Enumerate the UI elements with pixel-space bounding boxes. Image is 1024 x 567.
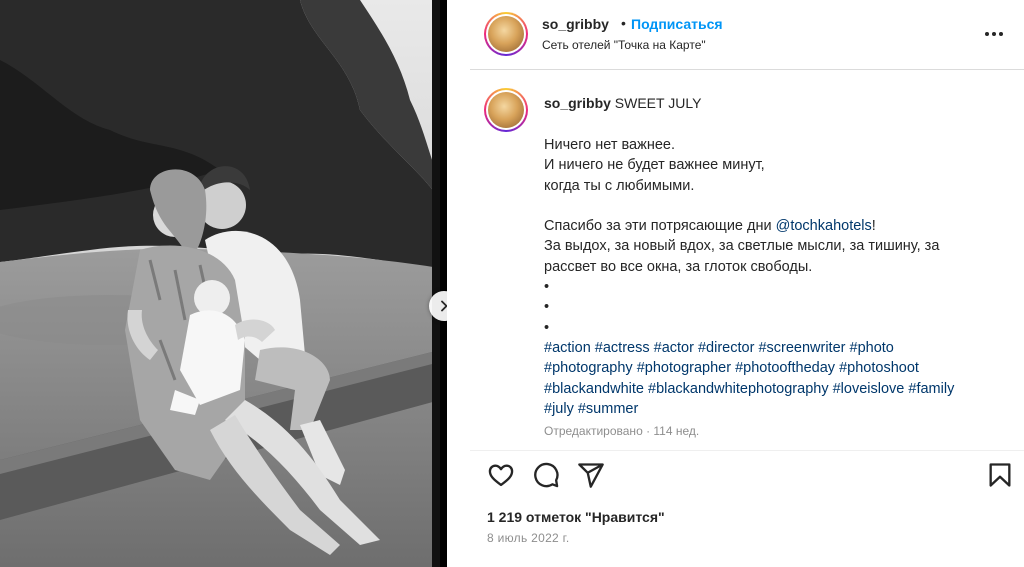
hashtag-link[interactable]: #photooftheday — [735, 360, 835, 376]
family-photo — [0, 0, 440, 567]
caption-line: • — [544, 279, 550, 296]
caption: so_gribby SWEET JULY Ничего нет важнее. И… — [470, 72, 1024, 444]
caption-line: когда ты с любимыми. — [544, 177, 695, 194]
location-link[interactable]: Сеть отелей "Точка на Карте" — [542, 38, 706, 52]
hashtag-link[interactable]: #screenwriter — [758, 340, 845, 356]
hashtag-link[interactable]: #photo — [850, 340, 894, 356]
separator-dot: • — [621, 15, 626, 31]
hashtag-link[interactable]: #photography — [544, 360, 633, 376]
caption-title: SWEET JULY — [614, 95, 702, 111]
share-button[interactable] — [577, 461, 605, 489]
caption-line: Ничего нет важнее. — [544, 137, 675, 153]
caption-line: рассвет во все окна, за глоток свободы. — [544, 258, 813, 275]
post-header: so_gribby • Подписаться Сеть отелей "Точ… — [470, 0, 1024, 70]
caption-avatar[interactable] — [484, 88, 528, 132]
hashtag-link[interactable]: #loveislove — [833, 381, 905, 397]
caption-line: И ничего не будет важнее минут, — [544, 157, 765, 174]
caption-line — [544, 196, 1014, 216]
avatar[interactable] — [484, 12, 528, 56]
caption-line: Спасибо за эти потрясающие дни @tochkaho… — [544, 218, 876, 235]
hashtag-link[interactable]: #summer — [578, 401, 638, 417]
hashtag-link[interactable]: #action — [544, 340, 591, 356]
post-photo[interactable] — [0, 0, 440, 567]
hashtag-link[interactable]: #blackandwhite — [544, 381, 644, 397]
post-media — [0, 0, 447, 567]
hashtag-link[interactable]: #july — [544, 401, 574, 417]
comment-button[interactable] — [532, 461, 560, 489]
action-bar — [470, 450, 1024, 500]
caption-line: • — [544, 319, 550, 336]
caption-line: • — [544, 299, 550, 316]
caption-header: so_gribby SWEET JULY — [544, 95, 701, 111]
heart-icon — [488, 464, 514, 487]
mention-link[interactable]: @tochkahotels — [776, 218, 872, 234]
chevron-right-icon — [441, 300, 447, 312]
caption-username[interactable]: so_gribby — [544, 95, 611, 111]
hashtag-line: #blackandwhite #blackandwhitephotography… — [544, 379, 1014, 399]
hashtag-link[interactable]: #actor — [654, 340, 694, 356]
author-username[interactable]: so_gribby — [542, 16, 609, 32]
like-button[interactable] — [487, 461, 515, 489]
edited-timestamp: Отредактировано · 114 нед. — [544, 424, 700, 438]
hashtag-link[interactable]: #actress — [595, 340, 650, 356]
bookmark-icon — [989, 463, 1011, 487]
hashtag-line: #july #summer — [544, 399, 1014, 419]
hashtag-line: #photography #photographer #photooftheda… — [544, 358, 1014, 378]
hashtag-link[interactable]: #photographer — [637, 360, 731, 376]
hashtag-link[interactable]: #photoshoot — [839, 360, 919, 376]
more-icon — [985, 32, 989, 36]
hashtag-link[interactable]: #blackandwhitephotography — [648, 381, 829, 397]
hashtag-line: #action #actress #actor #director #scree… — [544, 338, 1014, 358]
share-icon — [578, 463, 604, 488]
likes-count[interactable]: 1 219 отметок "Нравится" — [487, 509, 665, 525]
caption-text: Ничего нет важнее. И ничего не будет важн… — [544, 135, 1014, 419]
save-button[interactable] — [986, 461, 1014, 489]
post-sidebar: so_gribby • Подписаться Сеть отелей "Точ… — [470, 0, 1024, 567]
caption-line: За выдох, за новый вдох, за светлые мысл… — [544, 238, 940, 255]
post-date: 8 июль 2022 г. — [487, 531, 570, 545]
comment-icon — [534, 462, 559, 488]
more-options-button[interactable] — [982, 26, 1006, 42]
hashtag-link[interactable]: #family — [908, 381, 954, 397]
hashtag-link[interactable]: #director — [698, 340, 754, 356]
follow-button[interactable]: Подписаться — [631, 16, 723, 32]
